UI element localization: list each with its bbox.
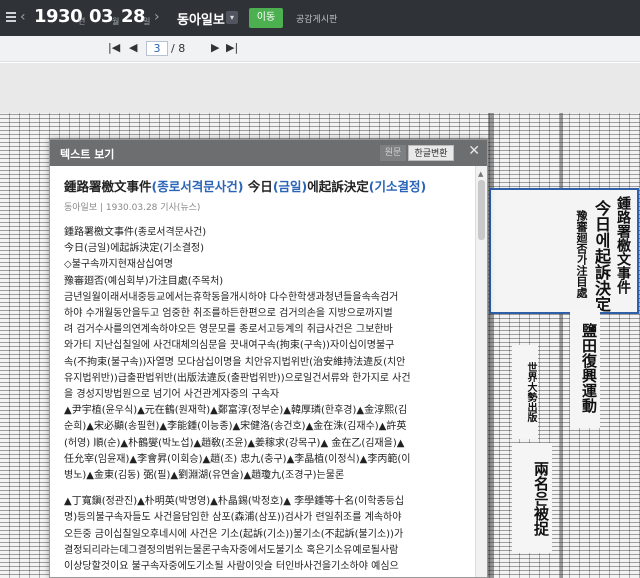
article-title-korean-2: (금일)	[272, 179, 308, 194]
top-toolbar: ‹ 1930 년 03 월 28 일 › 동아일보 ▾ 이동 공감게시판	[0, 0, 640, 36]
text-view-scrollbar[interactable]: ▲	[475, 166, 487, 577]
newspaper-subheadline: 今日에起訴決定	[592, 200, 611, 312]
article-title-hanja: 鍾路署檄文事件	[64, 179, 152, 194]
first-page-icon[interactable]: |◀	[108, 41, 120, 54]
month-value[interactable]: 03	[89, 6, 114, 27]
page-total: / 8	[171, 42, 186, 55]
article-title: 鍾路署檄文事件(종로서격문사건) 今日(금일)에起訴決定(기소결정)	[64, 178, 461, 196]
tab-korean-conversion[interactable]: 한글변환	[408, 145, 454, 161]
month-unit: 월	[112, 17, 120, 26]
article-line: 오든중 금이십칠일오후네시에 사건은 기소(起訴(기소))불기소(不起訴(불기소…	[64, 528, 404, 540]
article-title-korean: (종로서격문사건)	[151, 179, 244, 194]
page-number-input[interactable]: 3	[146, 41, 168, 56]
article-line: 鍾路署檄文事件(종로서격문사건)	[64, 227, 207, 238]
article-line: 유지법위반))급출판법위반(出版法違反(출판법위반))으로일건서류와 한가지로 …	[64, 372, 411, 384]
newspaper-box-headline: 兩名은被捉	[512, 443, 552, 553]
article-line: 을 경성지방법원으로 넘기어 사건관계자중의 구속자	[64, 389, 280, 401]
text-view-header: 텍스트 보기 원문 한글변환 ✕	[50, 140, 487, 166]
menu-icon[interactable]	[6, 12, 16, 22]
public-board-link[interactable]: 공감게시판	[296, 12, 337, 25]
close-icon[interactable]: ✕	[468, 143, 480, 159]
article-line: 순희)▲宋必顯(송필현)▲李能鍾(이능종)▲宋健洛(송건호)▲金在洙(김재수)▲…	[64, 421, 407, 433]
column-rule	[560, 113, 563, 578]
article-title-part: 今日	[243, 179, 273, 194]
selected-article-highlight[interactable]: 鍾路署檄文事件 今日에起訴決定 豫審廻否가注目處	[489, 188, 639, 314]
newspaper-dropdown-icon[interactable]: ▾	[226, 11, 238, 24]
next-page-icon[interactable]: ▶	[211, 41, 219, 54]
day-unit: 일	[143, 17, 151, 26]
article-line: 속(不拘束(불구속))자열명 모다삼십이명을 치안유지법위반(治安維持法違反(치…	[64, 356, 406, 368]
year-unit: 년	[78, 17, 86, 26]
article-line: 병노)▲金東(김동) 弼(필)▲劉淵湖(유연술)▲趙瓊九(조경구)는물론	[64, 470, 345, 482]
newspaper-box-headline: 世界大勢出版	[512, 345, 538, 439]
page-navigation-bar: |◀ ◀ 3 / 8 ▶ ▶|	[0, 36, 640, 62]
article-line: 이상당할것이요 불구속자중에도기소될 사람이잇슬 터인바사건을기소하야 예심으	[64, 561, 399, 573]
article-line: 결정되리라는데그결정의범위는물론구속자중에서도불기소 혹은기소유예로될사람	[64, 544, 399, 556]
day-value[interactable]: 28	[121, 6, 146, 27]
article-line: ▲丁寬鎭(정관진)▲朴明英(박명영)▲朴晶錫(박정호)▲ 李學鍾等十名(이학종등…	[64, 496, 405, 508]
article-line: ◇불구속까지현재삼십여명	[64, 259, 173, 271]
newspaper-name: 동아일보	[177, 13, 225, 28]
next-date-icon[interactable]: ›	[154, 9, 160, 25]
article-line: (허영) 順(순)▲朴鶴燮(박노섭)▲趙敎(조윤)▲姜稼求(강목구)▲ 金在乙(…	[64, 437, 405, 449]
article-spacer	[64, 484, 461, 494]
text-view-title: 텍스트 보기	[60, 148, 115, 161]
newspaper-subheadline-2: 豫審廻否가注目處	[575, 210, 588, 298]
article-line: 려 검거수사를의연계속하야오든 영문모를 종로서고등계의 취급사건은 그보한바	[64, 324, 393, 336]
article-line: 하야 수개월동안을두고 엄중한 취조를하든한편으로 검거의손을 지방으로까지벌	[64, 308, 393, 320]
article-line: 명)등의불구속자들도 사건을담임한 삼포(森浦(삼포))검사가 련일취조를 계속…	[64, 512, 402, 524]
prev-page-icon[interactable]: ◀	[129, 41, 137, 54]
article-line: 와가티 지난십칠일에 사건대체의심문을 끗내여구속(拘束(구속))자이십이명불구	[64, 340, 395, 352]
newspaper-box-headline: 鹽田復興運動	[570, 308, 600, 428]
newspaper-headline: 鍾路署檄文事件	[615, 196, 631, 294]
article-meta: 동아일보 | 1930.03.28 기사(뉴스)	[64, 203, 201, 213]
prev-date-icon[interactable]: ‹	[20, 9, 26, 25]
tab-original[interactable]: 원문	[380, 145, 406, 161]
last-page-icon[interactable]: ▶|	[226, 41, 238, 54]
scrollbar-thumb[interactable]	[478, 180, 485, 240]
article-line: 任允宰(임윤재)▲李會昇(이회승)▲趙(조) 忠九(충구)▲李晶植(이정식)▲李…	[64, 453, 411, 465]
article-title-part-2: 에起訴決定	[307, 179, 369, 194]
move-button[interactable]: 이동	[249, 8, 283, 28]
column-rule	[488, 113, 494, 578]
article-line: 今日(금일)에起訴決定(기소결정)	[64, 243, 205, 255]
article-line: 금년일월이래서내중등교에서는휴학동을개시하야 다수한학생과청년들을속속검거	[64, 291, 399, 303]
article-body: 鍾路署檄文事件(종로서격문사건) 今日(금일)에起訴決定(기소결정) 동아일보 …	[50, 166, 475, 577]
scroll-up-icon[interactable]: ▲	[478, 170, 483, 178]
article-line: 豫審廻否(예심회부)가注目處(주목처)	[64, 275, 224, 287]
article-title-korean-3: (기소결정)	[368, 179, 427, 194]
viewer-margin	[0, 63, 640, 113]
article-line: ▲尹宇植(윤우식)▲元在鶴(원재학)▲鄭富淳(정부순)▲韓厚璘(한후경)▲金淳熙…	[64, 405, 408, 417]
text-view-panel: 텍스트 보기 원문 한글변환 ✕ 鍾路署檄文事件(종로서격문사건) 今日(금일)…	[49, 139, 488, 578]
year-value[interactable]: 1930	[34, 6, 83, 27]
